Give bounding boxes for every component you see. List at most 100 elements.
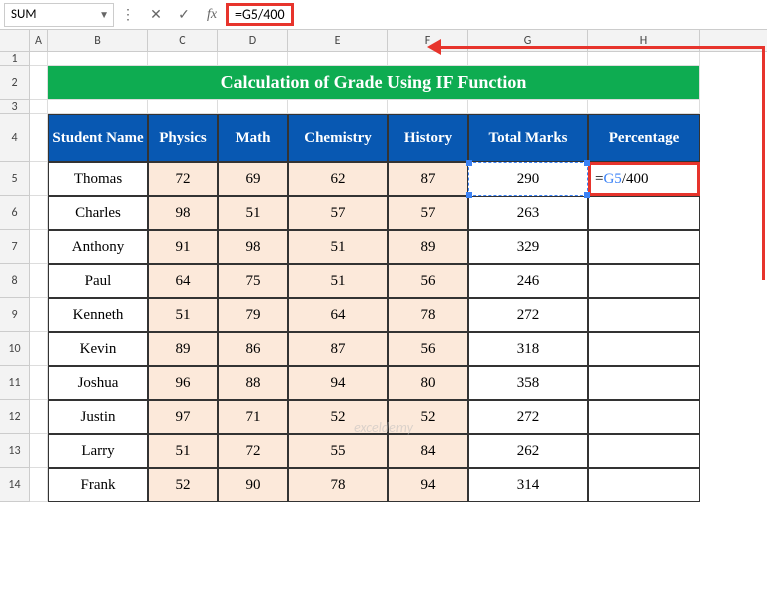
th-name[interactable]: Student Name bbox=[48, 114, 148, 162]
cell[interactable] bbox=[468, 52, 588, 66]
cell-history[interactable]: 87 bbox=[388, 162, 468, 196]
th-chemistry[interactable]: Chemistry bbox=[288, 114, 388, 162]
cell-total[interactable]: 262 bbox=[468, 434, 588, 468]
cell-chemistry[interactable]: 64 bbox=[288, 298, 388, 332]
th-percentage[interactable]: Percentage bbox=[588, 114, 700, 162]
cell-chemistry[interactable]: 51 bbox=[288, 230, 388, 264]
formula-input[interactable]: =G5/400 bbox=[226, 3, 763, 27]
cell-math[interactable]: 88 bbox=[218, 366, 288, 400]
row-header[interactable]: 11 bbox=[0, 366, 30, 400]
col-header[interactable]: C bbox=[148, 30, 218, 51]
cell-total[interactable]: 272 bbox=[468, 400, 588, 434]
cell-name[interactable]: Frank bbox=[48, 468, 148, 502]
cell-total[interactable]: 246 bbox=[468, 264, 588, 298]
col-header[interactable]: H bbox=[588, 30, 700, 51]
cancel-icon[interactable]: ✕ bbox=[142, 6, 170, 23]
cell-chemistry[interactable]: 94 bbox=[288, 366, 388, 400]
cell-percentage[interactable] bbox=[588, 230, 700, 264]
cell-chemistry[interactable]: 87 bbox=[288, 332, 388, 366]
cell[interactable] bbox=[288, 100, 388, 114]
cell[interactable] bbox=[388, 100, 468, 114]
cell[interactable] bbox=[468, 100, 588, 114]
cell-history[interactable]: 78 bbox=[388, 298, 468, 332]
cell[interactable] bbox=[48, 100, 148, 114]
cell-math[interactable]: 98 bbox=[218, 230, 288, 264]
cell[interactable] bbox=[30, 162, 48, 196]
cell-math[interactable]: 51 bbox=[218, 196, 288, 230]
cell[interactable] bbox=[30, 400, 48, 434]
th-total[interactable]: Total Marks bbox=[468, 114, 588, 162]
cell-percentage[interactable] bbox=[588, 332, 700, 366]
col-header[interactable]: F bbox=[388, 30, 468, 51]
row-header[interactable]: 13 bbox=[0, 434, 30, 468]
cell-physics[interactable]: 52 bbox=[148, 468, 218, 502]
cell-physics[interactable]: 96 bbox=[148, 366, 218, 400]
cell-history[interactable]: 94 bbox=[388, 468, 468, 502]
chevron-down-icon[interactable]: ▼ bbox=[99, 8, 109, 21]
cell-name[interactable]: Thomas bbox=[48, 162, 148, 196]
cell-chemistry[interactable]: 78 bbox=[288, 468, 388, 502]
cell-math[interactable]: 72 bbox=[218, 434, 288, 468]
cell[interactable] bbox=[30, 366, 48, 400]
cell[interactable] bbox=[30, 100, 48, 114]
cell-math[interactable]: 75 bbox=[218, 264, 288, 298]
cell-name[interactable]: Kenneth bbox=[48, 298, 148, 332]
cell-name[interactable]: Paul bbox=[48, 264, 148, 298]
cell-total[interactable]: 329 bbox=[468, 230, 588, 264]
cell-total[interactable]: 358 bbox=[468, 366, 588, 400]
cell[interactable] bbox=[30, 264, 48, 298]
cell[interactable] bbox=[30, 66, 48, 100]
cell-chemistry[interactable]: 62 bbox=[288, 162, 388, 196]
cell-percentage[interactable] bbox=[588, 400, 700, 434]
cell-history[interactable]: 57 bbox=[388, 196, 468, 230]
cell[interactable] bbox=[588, 52, 700, 66]
name-box[interactable]: SUM ▼ bbox=[4, 3, 114, 27]
row-header[interactable]: 1 bbox=[0, 52, 30, 66]
cell-history[interactable]: 56 bbox=[388, 264, 468, 298]
confirm-icon[interactable]: ✓ bbox=[170, 6, 198, 23]
cell[interactable] bbox=[30, 298, 48, 332]
cell-physics[interactable]: 97 bbox=[148, 400, 218, 434]
cell-total[interactable]: 272 bbox=[468, 298, 588, 332]
cell-math[interactable]: 86 bbox=[218, 332, 288, 366]
cell-total[interactable]: 314 bbox=[468, 468, 588, 502]
row-header[interactable]: 9 bbox=[0, 298, 30, 332]
cell-name[interactable]: Kevin bbox=[48, 332, 148, 366]
cell-percentage[interactable] bbox=[588, 264, 700, 298]
cell[interactable] bbox=[288, 52, 388, 66]
cell-physics[interactable]: 51 bbox=[148, 434, 218, 468]
cell[interactable] bbox=[218, 100, 288, 114]
cell-chemistry[interactable]: 51 bbox=[288, 264, 388, 298]
cell-percentage[interactable] bbox=[588, 468, 700, 502]
cell-chemistry[interactable]: 57 bbox=[288, 196, 388, 230]
cell-math[interactable]: 71 bbox=[218, 400, 288, 434]
cell[interactable] bbox=[588, 100, 700, 114]
cell-name[interactable]: Joshua bbox=[48, 366, 148, 400]
th-history[interactable]: History bbox=[388, 114, 468, 162]
row-header[interactable]: 2 bbox=[0, 66, 30, 100]
cell-history[interactable]: 89 bbox=[388, 230, 468, 264]
cell[interactable] bbox=[30, 52, 48, 66]
cell-name[interactable]: Justin bbox=[48, 400, 148, 434]
row-header[interactable]: 3 bbox=[0, 100, 30, 114]
row-header[interactable]: 10 bbox=[0, 332, 30, 366]
cell-total[interactable]: 263 bbox=[468, 196, 588, 230]
cell-physics[interactable]: 98 bbox=[148, 196, 218, 230]
col-header[interactable]: G bbox=[468, 30, 588, 51]
row-header[interactable]: 14 bbox=[0, 468, 30, 502]
cell[interactable] bbox=[30, 196, 48, 230]
col-header[interactable]: E bbox=[288, 30, 388, 51]
row-header[interactable]: 7 bbox=[0, 230, 30, 264]
cell[interactable] bbox=[30, 114, 48, 162]
cell-physics[interactable]: 89 bbox=[148, 332, 218, 366]
cell[interactable] bbox=[30, 468, 48, 502]
th-physics[interactable]: Physics bbox=[148, 114, 218, 162]
cell-math[interactable]: 79 bbox=[218, 298, 288, 332]
col-header[interactable]: B bbox=[48, 30, 148, 51]
fx-icon[interactable]: fx bbox=[198, 7, 226, 23]
cell-name[interactable]: Larry bbox=[48, 434, 148, 468]
cell-chemistry[interactable]: 55 bbox=[288, 434, 388, 468]
cell-total[interactable]: 318 bbox=[468, 332, 588, 366]
col-header[interactable]: D bbox=[218, 30, 288, 51]
row-header[interactable]: 5 bbox=[0, 162, 30, 196]
